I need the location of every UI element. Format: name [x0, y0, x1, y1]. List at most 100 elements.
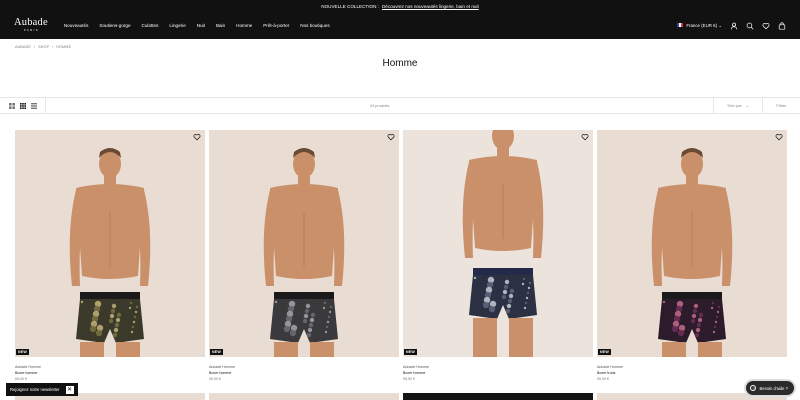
newsletter-popup-tab[interactable]: Rejoignez notre newsletter ✕ — [6, 383, 78, 396]
nav-item-nuit[interactable]: Nuit — [197, 23, 205, 28]
boxer-pattern-mark — [521, 282, 525, 286]
product-count: 44 produits — [369, 103, 390, 108]
boxer-pattern-mark — [717, 305, 721, 309]
wishlist-heart-icon[interactable] — [193, 133, 201, 141]
grid-view-switcher — [0, 98, 46, 113]
breadcrumb-separator: / — [52, 45, 54, 49]
filter-label: Filtrer — [776, 103, 787, 108]
product-card[interactable]: NEW Aubade Homme Boxer trunk 59,00 € — [597, 130, 787, 382]
boxer-pattern-mark — [508, 293, 514, 299]
boxer-pattern-mark — [324, 330, 328, 334]
boxer-pattern-mark — [690, 318, 696, 324]
boxer-pattern-mark — [108, 318, 114, 324]
page-title: Homme — [382, 58, 418, 69]
nav-item-lingerie[interactable]: Lingerie — [169, 23, 185, 28]
nav-item-boutiques[interactable]: Nos boutiques — [300, 23, 329, 28]
product-image-partial[interactable] — [403, 393, 593, 400]
boxer-pattern-mark — [710, 306, 714, 310]
chevron-down-icon: ⌄ — [745, 103, 750, 108]
boxer-pattern-mark — [128, 306, 132, 310]
nav-item-soutiens-gorge[interactable]: Soutiens-gorge — [99, 23, 130, 28]
boxer-pattern-mark — [488, 305, 496, 313]
nav-item-homme[interactable]: Homme — [236, 23, 252, 28]
boxer-pattern-mark — [691, 313, 697, 319]
boxer-pattern-mark — [698, 312, 704, 318]
grid-3-icon[interactable] — [20, 102, 26, 109]
boxer-pattern-mark — [713, 325, 717, 329]
boxer-pattern-mark — [134, 310, 138, 314]
announcement-bar: NOUVELLE COLLECTION : Découvrez nos nouv… — [0, 0, 800, 12]
product-card[interactable]: NEW Aubade Homme Boxer homme 69,00 € — [15, 130, 205, 382]
close-icon[interactable]: ✕ — [65, 385, 74, 394]
breadcrumb-home[interactable]: AUBADE — [15, 45, 31, 49]
boxer-pattern-mark — [322, 306, 326, 310]
boxer-waistband — [662, 292, 722, 299]
boxer-pattern-mark — [111, 303, 117, 309]
product-card[interactable]: NEW Aubade Homme Boxer homme 59,00 € — [209, 130, 399, 382]
boxer-pattern-mark — [89, 325, 97, 333]
wishlist-heart-icon[interactable] — [581, 133, 589, 141]
product-image[interactable]: NEW — [209, 130, 399, 357]
product-photo — [209, 130, 399, 357]
boxer-pattern-mark — [671, 325, 679, 333]
boxer-pattern-mark — [327, 315, 331, 319]
filter-button[interactable]: Filtrer — [762, 98, 800, 113]
cart-icon[interactable] — [778, 21, 786, 30]
model-leg-right — [116, 342, 140, 357]
boxer-pattern-mark — [524, 301, 528, 305]
header-actions: France (EUR €) ⌄ — [677, 21, 786, 30]
account-icon[interactable] — [730, 22, 738, 30]
boxer-pattern-mark — [329, 305, 333, 309]
wishlist-heart-icon[interactable] — [775, 133, 783, 141]
boxer-pattern-mark — [308, 322, 314, 328]
boxer-pattern-mark — [509, 288, 515, 294]
nav-item-pret-a-porter[interactable]: Prêt-à-porter — [263, 23, 289, 28]
help-label: Besoin d'aide ? — [759, 385, 788, 391]
boxer-waistband — [80, 292, 140, 299]
nav-item-culottes[interactable]: Culottes — [142, 23, 159, 28]
wishlist-heart-icon[interactable] — [387, 133, 395, 141]
boxer-pattern-mark — [662, 300, 666, 304]
logo[interactable]: Aubade PARIS — [14, 18, 48, 32]
product-image[interactable]: NEW — [597, 130, 787, 357]
model-leg-right — [698, 342, 722, 357]
boxer-pattern-mark — [274, 300, 278, 304]
boxer-pattern-mark — [528, 281, 532, 285]
product-image[interactable]: NEW — [15, 130, 205, 357]
product-meta: Aubade Homme Boxer homme 69,00 € — [15, 357, 205, 382]
help-button[interactable]: ? Besoin d'aide ? — [746, 381, 794, 395]
nav-item-nouveautes[interactable]: Nouveautés — [64, 23, 89, 28]
newsletter-label[interactable]: Rejoignez notre newsletter — [10, 387, 60, 392]
announcement-link[interactable]: Découvrez nos nouveautés lingerie, bain … — [382, 4, 479, 9]
grid-2-icon[interactable] — [9, 102, 15, 109]
boxer-pattern-mark — [714, 320, 718, 324]
search-icon[interactable] — [746, 22, 754, 30]
new-badge: NEW — [404, 349, 417, 355]
boxer-pattern-mark — [692, 308, 698, 314]
boxer-pattern-mark — [131, 325, 135, 329]
product-photo — [597, 130, 787, 357]
wishlist-icon[interactable] — [762, 22, 770, 30]
boxer-pattern-mark — [482, 301, 490, 309]
locale-label: France (EUR €) — [686, 22, 718, 28]
boxer-pattern-mark — [95, 329, 103, 337]
model-leg-left — [80, 342, 104, 357]
product-image-partial[interactable] — [209, 393, 399, 400]
site-header: Aubade PARIS Nouveautés Soutiens-gorge C… — [0, 12, 800, 39]
breadcrumb-shop[interactable]: SHOP — [38, 45, 49, 49]
boxer-pattern-mark — [506, 303, 512, 309]
locale-selector[interactable]: France (EUR €) ⌄ — [677, 23, 722, 29]
new-badge: NEW — [598, 349, 611, 355]
sort-dropdown[interactable]: Trier par ⌄ — [713, 98, 762, 113]
boxer-pattern-mark — [304, 308, 310, 314]
nav-item-bain[interactable]: Bain — [216, 23, 225, 28]
list-view-icon[interactable] — [31, 102, 37, 109]
product-card[interactable]: NEW Aubade Homme Boxer homme 59,00 € — [403, 130, 593, 382]
boxer-pattern-mark — [132, 320, 136, 324]
boxer-pattern-mark — [507, 298, 513, 304]
boxer-pattern-mark — [326, 320, 330, 324]
product-photo — [403, 130, 593, 357]
france-flag-icon — [677, 23, 684, 28]
product-image[interactable]: NEW — [403, 130, 593, 357]
boxer-waistband — [274, 292, 334, 299]
